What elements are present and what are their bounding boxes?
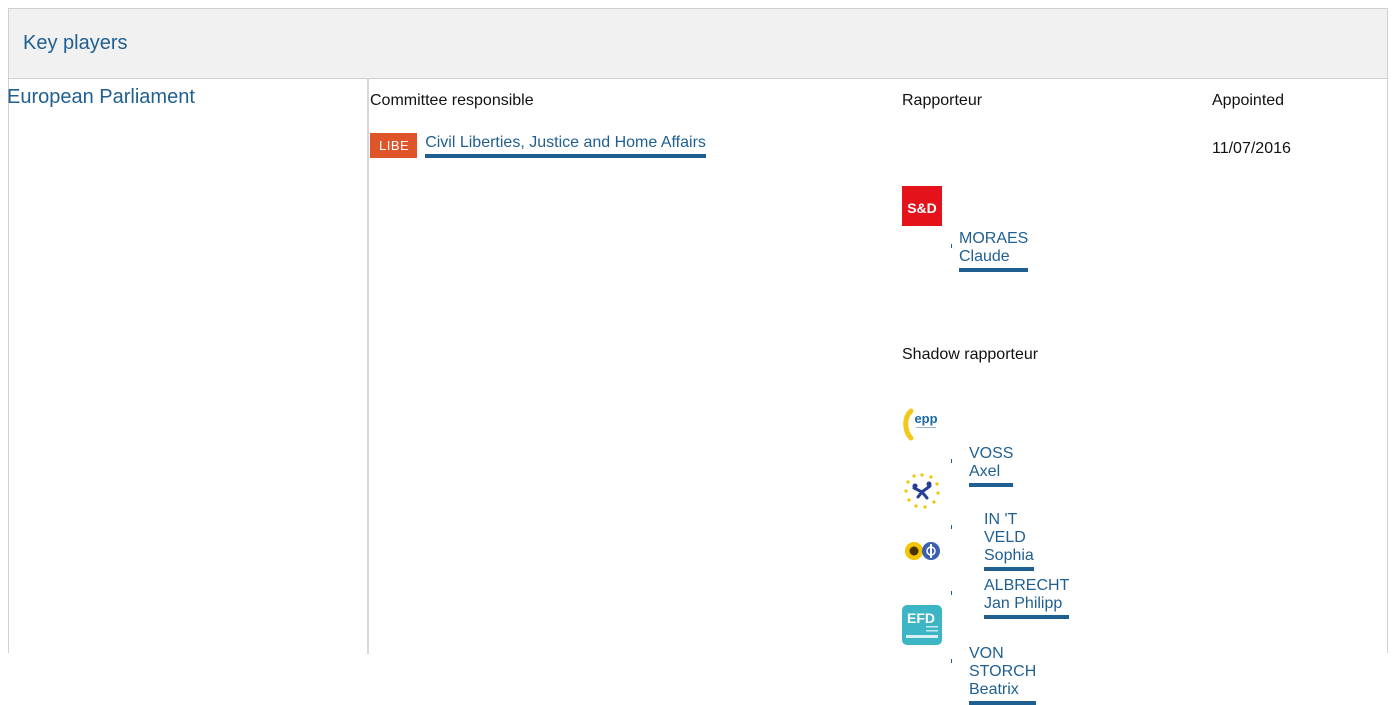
appointed-header: Appointed [1212,92,1285,109]
committee-code-badge: LIBE [370,133,418,158]
rapporteur-header: Rapporteur [902,92,983,109]
shadow-rapporteur-label: Shadow rapporteur [902,346,1039,363]
panel-header[interactable]: Key players [9,9,1387,79]
link-tick [951,459,952,463]
shadow-rapporteur-link[interactable]: VOSS Axel [969,445,1014,487]
committee-link[interactable]: Civil Liberties, Justice and Home Affair… [425,134,706,158]
svg-text:epp: epp [914,411,937,426]
svg-text:S&D: S&D [907,200,937,216]
appointed-date: 11/07/2016 [1212,140,1291,157]
shadow-rapporteur-link[interactable]: IN 'T VELD Sophia [984,511,1034,571]
epp-group-logo: epp [902,405,942,445]
rapporteur-link[interactable]: MORAES Claude [959,230,1029,272]
shadow-rapporteur-link[interactable]: ALBRECHT Jan Philipp [984,577,1069,619]
sd-group-logo: S&D [902,186,942,226]
link-tick [951,244,952,248]
link-tick [951,525,952,529]
committee-row: LIBE Civil Liberties, Justice and Home A… [370,133,706,158]
alde-group-logo [902,471,942,511]
greens-efa-group-logo [902,537,942,577]
shadow-rapporteur-link[interactable]: VON STORCH Beatrix [969,645,1037,705]
svg-text:EFD: EFD [907,610,935,626]
link-tick [951,591,952,595]
key-players-panel: Key players European Parliament Committe… [7,8,1388,705]
panel-title: Key players [23,32,128,54]
institution-name: European Parliament [7,86,195,108]
efd-group-logo: EFD [902,605,942,645]
link-tick [951,659,952,663]
institution-column: European Parliament [7,79,369,654]
committee-responsible-header: Committee responsible [370,92,534,109]
european-parliament-row: European Parliament Committee responsibl… [7,79,1387,705]
